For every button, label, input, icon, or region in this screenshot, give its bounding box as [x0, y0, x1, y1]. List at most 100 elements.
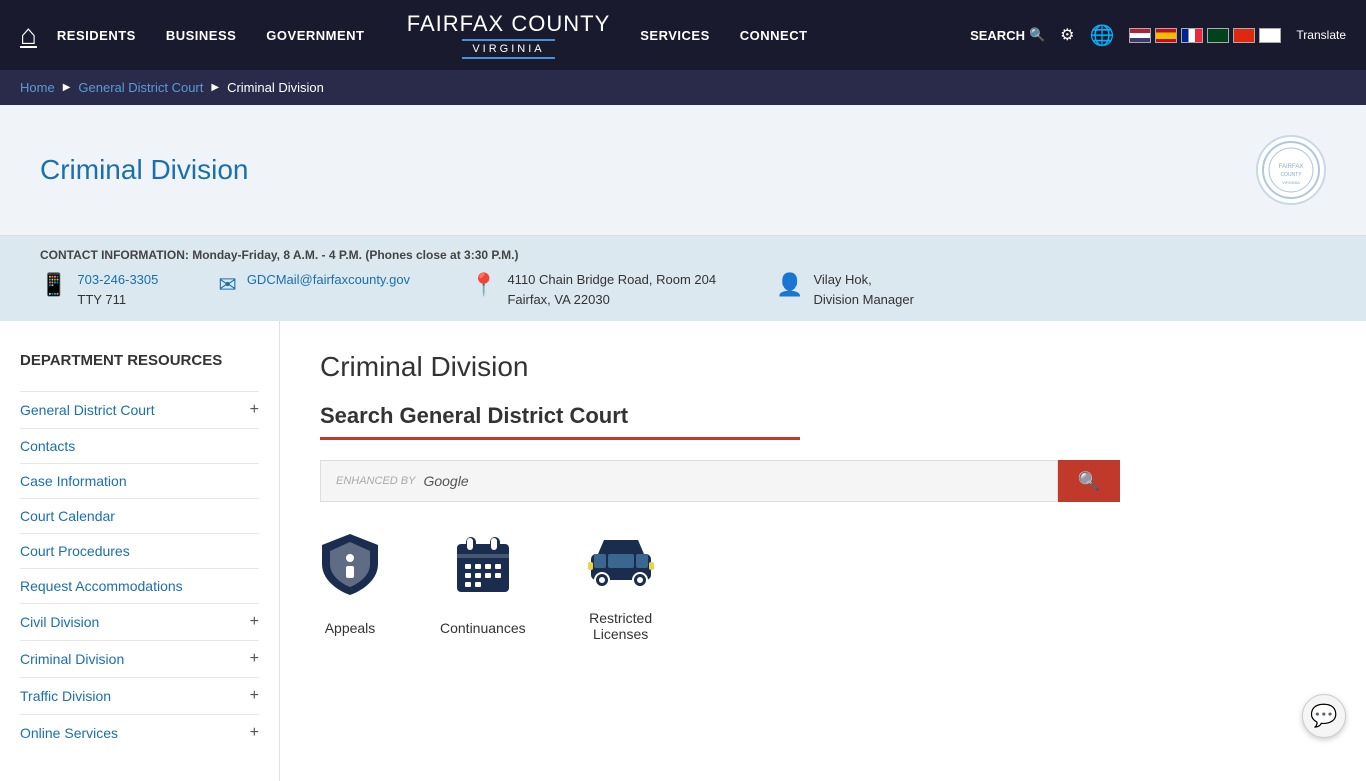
breadcrumb: Home ▶ General District Court ▶ Criminal…: [0, 70, 1366, 105]
sidebar-label: Case Information: [20, 473, 127, 489]
svg-text:FAIRFAX: FAIRFAX: [1279, 164, 1304, 170]
top-nav: ⌂ RESIDENTS BUSINESS GOVERNMENT FAIRFAX …: [0, 0, 1366, 70]
county-seal: FAIRFAX COUNTY VIRGINIA: [1256, 135, 1326, 205]
nav-business[interactable]: BUSINESS: [166, 28, 236, 43]
site-logo: FAIRFAX COUNTY VIRGINIA: [407, 11, 611, 59]
location-icon: 📍: [470, 272, 497, 298]
sidebar-label: Online Services: [20, 725, 118, 741]
sidebar-link-contacts[interactable]: Contacts: [20, 429, 259, 463]
sidebar-label: Court Procedures: [20, 543, 130, 559]
shield-icon: [320, 532, 380, 610]
plus-icon: +: [250, 401, 259, 419]
contact-bar: CONTACT INFORMATION: Monday-Friday, 8 A.…: [0, 236, 1366, 321]
contact-manager: 👤 Vilay Hok, Division Manager: [776, 270, 914, 309]
sidebar-link-general-district[interactable]: General District Court +: [20, 392, 259, 428]
dept-resources-title: DEPARTMENT RESOURCES: [20, 351, 259, 371]
sidebar-label: Request Accommodations: [20, 578, 183, 594]
search-button-icon: 🔍: [1078, 471, 1100, 492]
globe-icon[interactable]: 🌐: [1090, 23, 1115, 48]
language-flags: [1129, 28, 1281, 43]
flag-pk[interactable]: [1207, 28, 1229, 43]
manager-title: Division Manager: [813, 292, 913, 307]
search-nav-link[interactable]: SEARCH 🔍: [970, 27, 1045, 43]
nav-connect[interactable]: CONNECT: [740, 28, 808, 43]
sidebar-label: Contacts: [20, 438, 75, 454]
enhanced-by-label: ENHANCED BY: [336, 475, 415, 487]
breadcrumb-sep-1: ▶: [63, 82, 71, 93]
contact-address-text: 4110 Chain Bridge Road, Room 204 Fairfax…: [507, 270, 716, 309]
sidebar-link-court-procedures[interactable]: Court Procedures: [20, 534, 259, 568]
plus-icon: +: [250, 613, 259, 631]
sidebar-link-civil[interactable]: Civil Division +: [20, 604, 259, 640]
flag-us[interactable]: [1129, 28, 1151, 43]
feature-continuances[interactable]: Continuances: [440, 532, 526, 636]
sidebar-link-accommodations[interactable]: Request Accommodations: [20, 569, 259, 603]
breadcrumb-current: Criminal Division: [227, 80, 324, 95]
contact-manager-text: Vilay Hok, Division Manager: [813, 270, 913, 309]
search-button[interactable]: 🔍: [1058, 460, 1120, 502]
car-icon: [586, 532, 656, 600]
breadcrumb-sep-2: ▶: [211, 82, 219, 93]
sidebar-label: Civil Division: [20, 614, 99, 630]
nav-services[interactable]: SERVICES: [640, 28, 710, 43]
flag-kr[interactable]: [1259, 28, 1281, 43]
sidebar-link-criminal[interactable]: Criminal Division +: [20, 641, 259, 677]
nav-government[interactable]: GOVERNMENT: [266, 28, 364, 43]
address-line2: Fairfax, VA 22030: [507, 292, 609, 307]
sidebar-link-traffic[interactable]: Traffic Division +: [20, 678, 259, 714]
phone-link[interactable]: 703-246-3305: [77, 272, 158, 287]
sidebar-label: Court Calendar: [20, 508, 115, 524]
feature-icons: Appeals: [320, 532, 1326, 642]
sidebar-link-online-services[interactable]: Online Services +: [20, 715, 259, 751]
sidebar-item-contacts: Contacts: [20, 428, 259, 463]
phone-icon: 📱: [40, 272, 67, 298]
breadcrumb-home[interactable]: Home: [20, 80, 55, 95]
feature-restricted-licenses[interactable]: Restricted Licenses: [586, 532, 656, 642]
contact-phone-text: 703-246-3305 TTY 711: [77, 270, 158, 309]
red-underline: [320, 437, 800, 440]
breadcrumb-parent[interactable]: General District Court: [78, 80, 203, 95]
contact-label: CONTACT INFORMATION: Monday-Friday, 8 A.…: [40, 248, 1326, 262]
translate-text[interactable]: Translate: [1296, 28, 1346, 42]
nav-links-right: SERVICES CONNECT: [640, 28, 960, 43]
sidebar-nav: General District Court + Contacts Case I…: [20, 391, 259, 751]
search-icon: 🔍: [1029, 27, 1045, 43]
search-bar: ENHANCED BY Google 🔍: [320, 460, 1120, 502]
sidebar-item-court-calendar: Court Calendar: [20, 498, 259, 533]
home-nav-link[interactable]: ⌂: [20, 19, 37, 51]
nav-residents[interactable]: RESIDENTS: [57, 28, 136, 43]
flag-es[interactable]: [1155, 28, 1177, 43]
feature-restricted-licenses-label: Restricted Licenses: [589, 610, 652, 642]
sidebar-link-court-calendar[interactable]: Court Calendar: [20, 499, 259, 533]
flag-fr[interactable]: [1181, 28, 1203, 43]
person-icon: 👤: [776, 272, 803, 298]
chat-icon: 💬: [1310, 703, 1337, 729]
search-input-wrap: ENHANCED BY Google: [320, 460, 1058, 502]
sidebar-item-general-district: General District Court +: [20, 391, 259, 428]
calendar-icon: [453, 532, 513, 610]
logo-virginia: VIRGINIA: [462, 39, 554, 59]
sidebar: DEPARTMENT RESOURCES General District Co…: [0, 321, 280, 781]
sidebar-item-online-services: Online Services +: [20, 714, 259, 751]
contact-email: ✉ GDCMail@fairfaxcounty.gov: [218, 270, 410, 298]
settings-icon[interactable]: ⚙: [1060, 25, 1074, 45]
sidebar-item-court-procedures: Court Procedures: [20, 533, 259, 568]
svg-text:COUNTY: COUNTY: [1280, 172, 1302, 178]
page-header: Criminal Division FAIRFAX COUNTY VIRGINI…: [0, 105, 1366, 236]
flag-cn[interactable]: [1233, 28, 1255, 43]
search-input[interactable]: [477, 474, 1042, 489]
contact-email-text: GDCMail@fairfaxcounty.gov: [247, 270, 410, 290]
sidebar-item-accommodations: Request Accommodations: [20, 568, 259, 603]
sidebar-link-case-info[interactable]: Case Information: [20, 464, 259, 498]
chat-widget[interactable]: 💬: [1302, 694, 1346, 738]
feature-appeals[interactable]: Appeals: [320, 532, 380, 636]
contact-items: 📱 703-246-3305 TTY 711 ✉ GDCMail@fairfax…: [40, 270, 1326, 309]
manager-name: Vilay Hok,: [813, 272, 871, 287]
search-section-title: Search General District Court: [320, 403, 1326, 429]
sidebar-item-civil: Civil Division +: [20, 603, 259, 640]
feature-appeals-label: Appeals: [325, 620, 376, 636]
email-icon: ✉: [218, 272, 236, 298]
nav-links: RESIDENTS BUSINESS GOVERNMENT: [57, 28, 377, 43]
plus-icon: +: [250, 724, 259, 742]
email-link[interactable]: GDCMail@fairfaxcounty.gov: [247, 272, 410, 287]
